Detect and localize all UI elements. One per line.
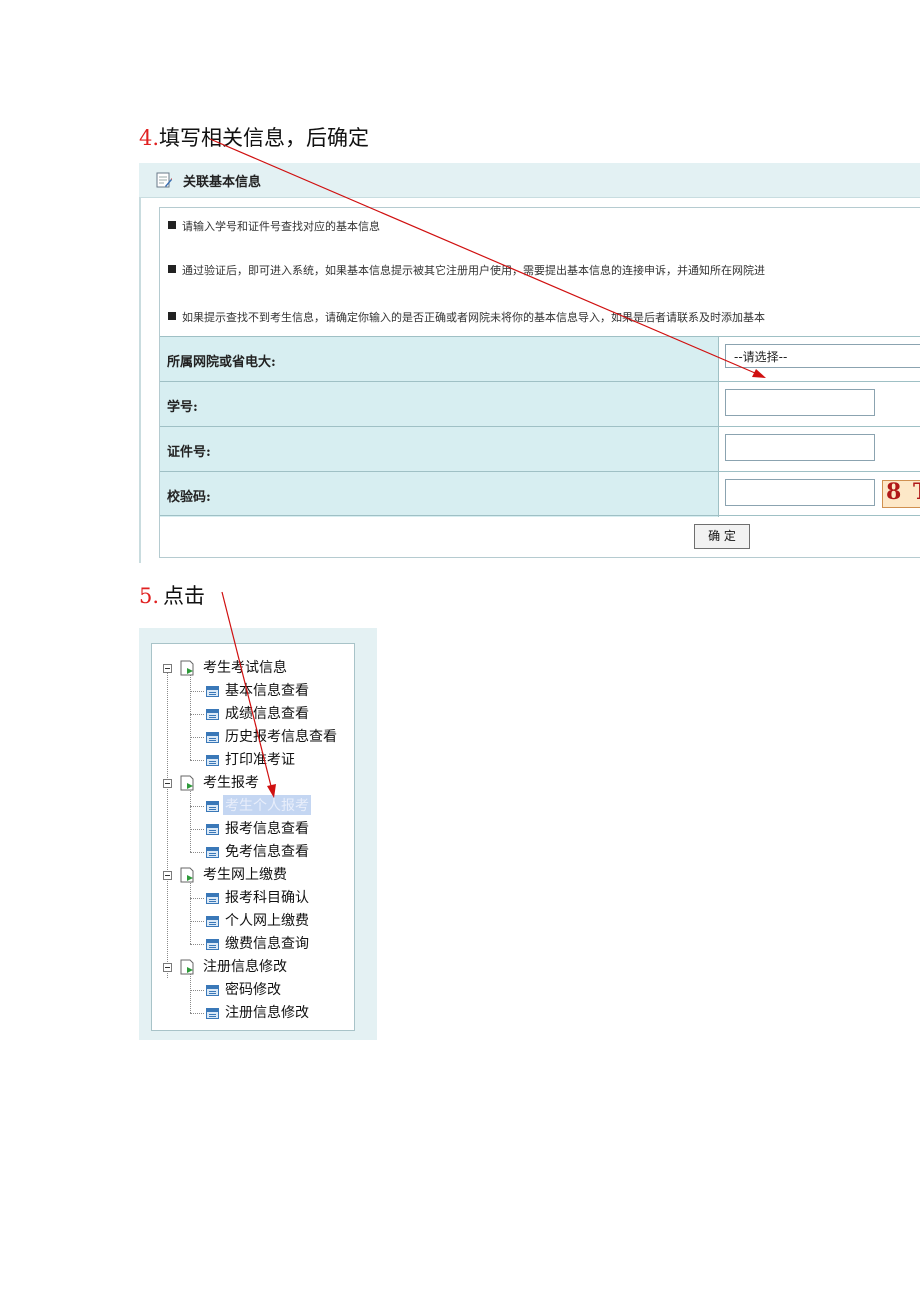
arrow-line-step4: [209, 138, 763, 377]
arrow-line-step5: [221, 591, 274, 795]
arrow-head-step5: [267, 784, 276, 798]
annotation-arrows: [209, 138, 766, 798]
arrow-head-step4: [752, 369, 766, 378]
